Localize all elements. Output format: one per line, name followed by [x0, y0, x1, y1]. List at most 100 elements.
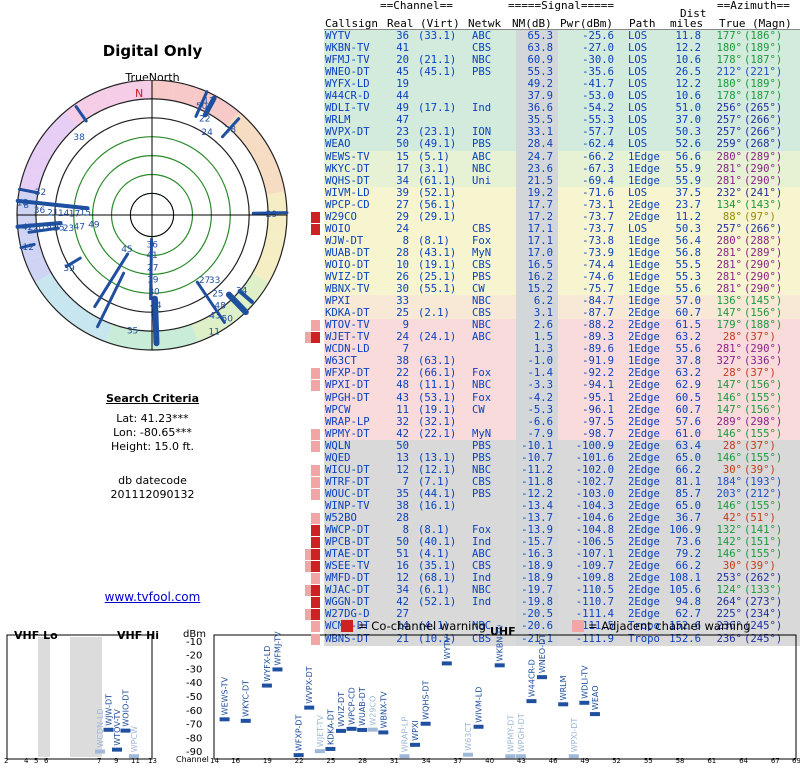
table-row[interactable]: WKYC-DT 17 (3.1) NBC 23.6 -67.3 1Edge 55.9 281°(… — [324, 162, 800, 176]
nm-cell: 15.2 — [527, 283, 553, 296]
table-row[interactable]: WEWS-TV 15 (5.1) ABC 24.7 -66.2 1Edge 56.6 280°(… — [324, 150, 800, 164]
azimuth-magnetic-cell: (212°) — [744, 487, 783, 500]
radar-channel-label: 15 — [80, 208, 91, 218]
virtual-channel-cell: (22.1) — [418, 427, 457, 440]
table-row[interactable]: WPMY-DT 42 (22.1) MyN -7.9 -98.7 2Edge 61.0 146°… — [324, 427, 800, 441]
callsign-cell: WDLI-TV — [325, 102, 370, 115]
table-row[interactable]: WPXI 33 NBC 6.2 -84.7 1Edge 57.0 136° (145°) — [324, 295, 800, 309]
power-cell: -104.6 — [575, 512, 614, 524]
channel-axis-label: Channel — [176, 755, 209, 764]
real-channel-cell: 32 — [396, 415, 409, 428]
azimuth-true-cell: 146° — [716, 499, 742, 512]
callsign-cell: WEWS-TV — [325, 150, 370, 163]
real-channel-cell: 50 — [396, 138, 409, 151]
table-row[interactable]: WSEE-TV 16 (35.1) CBS -18.9 -109.7 2Edge 66.2 30… — [324, 560, 800, 574]
table-row[interactable]: WQHS-DT 34 (61.1) Uni 21.5 -69.4 1Edge 55.9 281°… — [324, 174, 800, 188]
azimuth-magnetic-cell: (141°) — [744, 524, 783, 537]
callsign-cell: W63CT — [325, 355, 357, 368]
table-row[interactable]: WMFD-DT 12 (68.1) Ind -18.9 -109.8 2Edge 108.1 2… — [324, 572, 800, 586]
azimuth-magnetic-cell: (155°) — [744, 451, 783, 464]
table-row[interactable]: WINP-TV 38 (16.1) -13.4 -104.3 2Edge 65.0 146°(… — [324, 499, 800, 513]
table-row[interactable]: WJW-DT 8 (8.1) Fox 17.1 -73.8 1Edge 56.4 280° (28… — [324, 234, 800, 248]
table-row[interactable]: WFXP-DT 22 (66.1) Fox -1.4 -92.2 2Edge 63.2 28°(… — [324, 367, 800, 381]
table-row[interactable]: WTRF-DT 7 (7.1) CBS -11.8 -102.7 2Edge 81.1 184°… — [324, 475, 800, 489]
distance-cell: 52.6 — [675, 138, 701, 151]
spectrum-bar — [272, 667, 283, 672]
distance-cell: 26.5 — [675, 66, 701, 79]
table-row[interactable]: WNEO-DT 45 (45.1) PBS 55.3 -35.6 LOS 26.5 212° (2… — [324, 66, 800, 80]
real-channel-cell: 45 — [396, 66, 409, 79]
nm-cell: 2.6 — [533, 319, 553, 332]
network-cell: CBS — [472, 222, 492, 235]
azimuth-magnetic-cell: (241°) — [744, 186, 783, 199]
network-cell: Ind — [472, 536, 492, 549]
path-cell: 2Edge — [628, 475, 660, 488]
radar-channel-label: 38 — [73, 133, 85, 143]
network-cell: NBC — [472, 295, 492, 308]
table-row[interactable]: WQLN 50 PBS -10.1 -100.9 2Edge 63.4 28° (37°) — [324, 439, 800, 453]
distance-cell: 108.1 — [669, 572, 701, 585]
distance-cell: 56.8 — [675, 246, 701, 259]
table-row[interactable]: WOUC-DT 35 (44.1) PBS -12.2 -103.0 2Edge 85.7 20… — [324, 487, 800, 501]
y-tick-label: -10 — [186, 637, 202, 648]
table-row[interactable]: WOIO 24 CBS 17.1 -73.7 LOS 50.3 257° (266°) — [324, 222, 800, 236]
table-row[interactable]: WQED 13 (13.1) PBS -10.7 -101.6 2Edge 65.0 146°(… — [324, 451, 800, 465]
spectrum-bar-label: WRAP-LP — [400, 717, 409, 753]
table-row[interactable]: WRLM 47 35.5 -55.3 LOS 37.0 257° (266°) — [324, 114, 800, 128]
adjacent-channel-warning-chip — [311, 440, 320, 452]
table-row[interactable]: WDLI-TV 49 (17.1) Ind 36.6 -54.2 LOS 51.0 256° (2… — [324, 102, 800, 116]
table-row[interactable]: WPCB-DT 50 (40.1) Ind -15.7 -106.5 2Edge 73.6 14… — [324, 536, 800, 550]
x-tick-label: 67 — [771, 757, 780, 765]
spectrum-bar — [95, 749, 105, 754]
table-row[interactable]: WIVM-LD 39 (52.1) 19.2 -71.6 LOS 37.5 232° (241°… — [324, 186, 800, 200]
table-row[interactable]: WUAB-DT 28 (43.1) MyN 17.0 -73.9 1Edge 56.8 281°… — [324, 246, 800, 260]
table-row[interactable]: WTAE-DT 51 (4.1) ABC -16.3 -107.1 2Edge 79.2 146… — [324, 548, 800, 562]
table-row[interactable]: WJET-TV 24 (24.1) ABC 1.5 -89.3 2Edge 63.2 28° (3… — [324, 331, 800, 345]
table-row[interactable]: WWCP-DT 8 (8.1) Fox -13.9 -104.8 2Edge 106.9 132… — [324, 524, 800, 538]
table-row[interactable]: W29CO 29 (29.1) 17.2 -73.7 2Edge 11.2 88° (97°) — [324, 210, 800, 224]
azimuth-true-cell: 264° — [716, 596, 742, 609]
table-row[interactable]: WPCW 11 (19.1) CW -5.3 -96.1 2Edge 60.7 147° (156… — [324, 403, 800, 417]
table-row[interactable]: WRAP-LP 32 (32.1) -6.6 -97.5 2Edge 57.6 289° (29… — [324, 415, 800, 429]
table-row[interactable]: WBNX-TV 30 (55.1) CW 15.2 -75.7 1Edge 55.6 281°(… — [324, 283, 800, 297]
table-row[interactable]: W63CT 38 (63.1) -1.0 -91.9 1Edge 37.8 327° (336°… — [324, 355, 800, 369]
tvfool-link[interactable]: www.tvfool.com — [0, 590, 305, 604]
callsign-cell: WPMY-DT — [325, 427, 370, 440]
distance-cell: 62.9 — [675, 379, 701, 392]
table-row[interactable]: WYTV 36 (33.1) ABC 65.3 -25.6 LOS 11.8 177° (186°… — [324, 30, 800, 43]
azimuth-magnetic-cell: (155°) — [744, 427, 783, 440]
radar-channel-label: 50 — [196, 102, 208, 112]
table-row[interactable]: WICU-DT 12 (12.1) NBC -11.2 -102.0 2Edge 66.2 30… — [324, 463, 800, 477]
spectrum-bar — [314, 749, 325, 754]
table-row[interactable]: W44CR-D 44 37.9 -53.0 LOS 10.6 178° (187°) — [324, 90, 800, 104]
table-row[interactable]: WOIO-DT 10 (19.1) CBS 16.5 -74.4 1Edge 55.5 281°… — [324, 258, 800, 272]
table-row[interactable]: WVIZ-DT 26 (25.1) PBS 16.2 -74.6 1Edge 55.3 281°… — [324, 271, 800, 284]
y-axis-ticks: -10-20-30-40-50-60-70-80-90 — [186, 637, 202, 758]
network-cell: Ind — [472, 596, 492, 609]
table-row[interactable]: WJAC-DT 34 (6.1) NBC -19.7 -110.5 2Edge 105.6 12… — [324, 584, 800, 598]
path-cell: 2Edge — [628, 367, 660, 380]
azimuth-true-cell: 259° — [716, 138, 742, 151]
table-row[interactable]: WPCP-CD 27 (56.1) 17.7 -73.1 2Edge 23.7 134° (14… — [324, 198, 800, 212]
spectrum-bar — [473, 724, 484, 729]
table-row[interactable]: WEAO 50 (49.1) PBS 28.4 -62.4 LOS 52.6 259° (268°… — [324, 138, 800, 152]
table-row[interactable]: KDKA-DT 25 (2.1) CBS 3.1 -87.7 2Edge 60.7 147° (1… — [324, 307, 800, 321]
table-row[interactable]: WCDN-LD 7 1.3 -89.6 1Edge 55.6 281° (290°) — [324, 343, 800, 357]
table-row[interactable]: WPXI-DT 48 (11.1) NBC -3.3 -94.1 2Edge 62.9 147°… — [324, 379, 800, 393]
path-cell: 2Edge — [628, 331, 660, 344]
table-row[interactable]: WYFX-LD 19 49.2 -41.7 LOS 12.2 180° (189°) — [324, 78, 800, 92]
table-row[interactable]: W52BO 28 -13.7 -104.6 2Edge 36.7 42° (51°) — [324, 512, 800, 525]
network-cell: CBS — [472, 307, 492, 320]
callsign-cell: WTRF-DT — [325, 475, 370, 488]
azimuth-true-cell: 280° — [716, 150, 742, 163]
network-cell: PBS — [472, 271, 492, 283]
table-row[interactable]: WGGN-DT 42 (52.1) Ind -19.8 -110.7 2Edge 94.8 26… — [324, 596, 800, 610]
distance-cell: 12.2 — [675, 42, 701, 55]
path-cell: 2Edge — [628, 307, 660, 320]
table-row[interactable]: WVPX-DT 23 (23.1) ION 33.1 -57.7 LOS 50.3 257° (2… — [324, 126, 800, 140]
radar-channel-label: 25 — [212, 290, 223, 300]
table-row[interactable]: WKBN-TV 41 CBS 63.8 -27.0 LOS 12.2 180° (189°) — [324, 42, 800, 56]
table-row[interactable]: WFMJ-TV 20 (21.1) NBC 60.9 -30.0 LOS 10.6 178° (1… — [324, 54, 800, 68]
table-row[interactable]: WTOV-TV 9 NBC 2.6 -88.2 2Edge 61.5 179° (188°) — [324, 319, 800, 333]
table-row[interactable]: WPGH-DT 43 (53.1) Fox -4.2 -95.1 2Edge 60.5 146°… — [324, 391, 800, 405]
